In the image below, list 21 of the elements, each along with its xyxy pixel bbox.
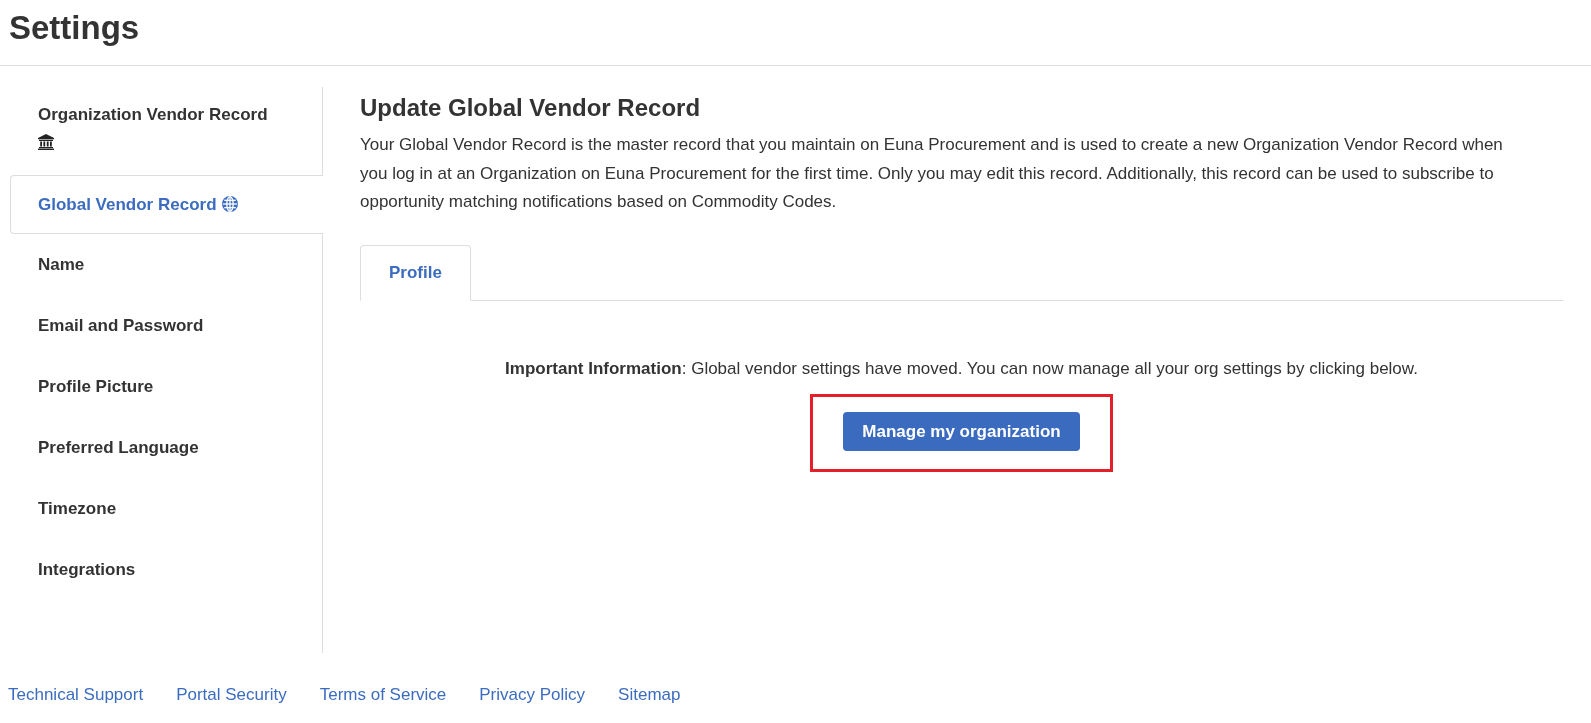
bank-icon (38, 133, 54, 150)
footer-link[interactable]: Portal Security (176, 683, 287, 707)
notice-text: Important Information: Global vendor settings have moved. You can now manage all your org settings by clicking below. (505, 358, 1418, 380)
sidebar-item[interactable]: Timezone (10, 478, 322, 539)
footer-link[interactable]: Terms of Service (319, 683, 447, 707)
page-title: Settings (9, 8, 140, 48)
footer-link[interactable]: Technical Support (8, 683, 144, 707)
tab[interactable]: Profile (360, 245, 471, 301)
section-heading: Update Global Vendor Record (360, 93, 702, 122)
globe-icon (221, 196, 238, 212)
manage-organization-button[interactable]: Manage my organization (843, 412, 1080, 451)
sidebar-item[interactable]: Organization Vendor Record (10, 87, 322, 175)
footer-link[interactable]: Sitemap (618, 683, 681, 707)
sidebar-item[interactable]: Profile Picture (10, 356, 322, 417)
sidebar-item[interactable]: Preferred Language (10, 417, 322, 478)
sidebar-item[interactable]: Integrations (10, 539, 322, 600)
sidebar-item[interactable]: Email and Password (10, 295, 322, 356)
sidebar-item[interactable]: Name (10, 234, 322, 295)
footer-link[interactable]: Privacy Policy (479, 683, 586, 707)
description-text: Your Global Vendor Record is the master record that you maintain on Euna Procurement and is used to create a new Organization Vendor Record when you log in at an Organization on Euna Procurement for the first time. Only you may edit this record. Additionally, this record can be used to subscribe to opportunity matching notifications based on Commodity Codes. (360, 134, 1504, 213)
sidebar-item[interactable]: Global Vendor Record (10, 175, 323, 234)
